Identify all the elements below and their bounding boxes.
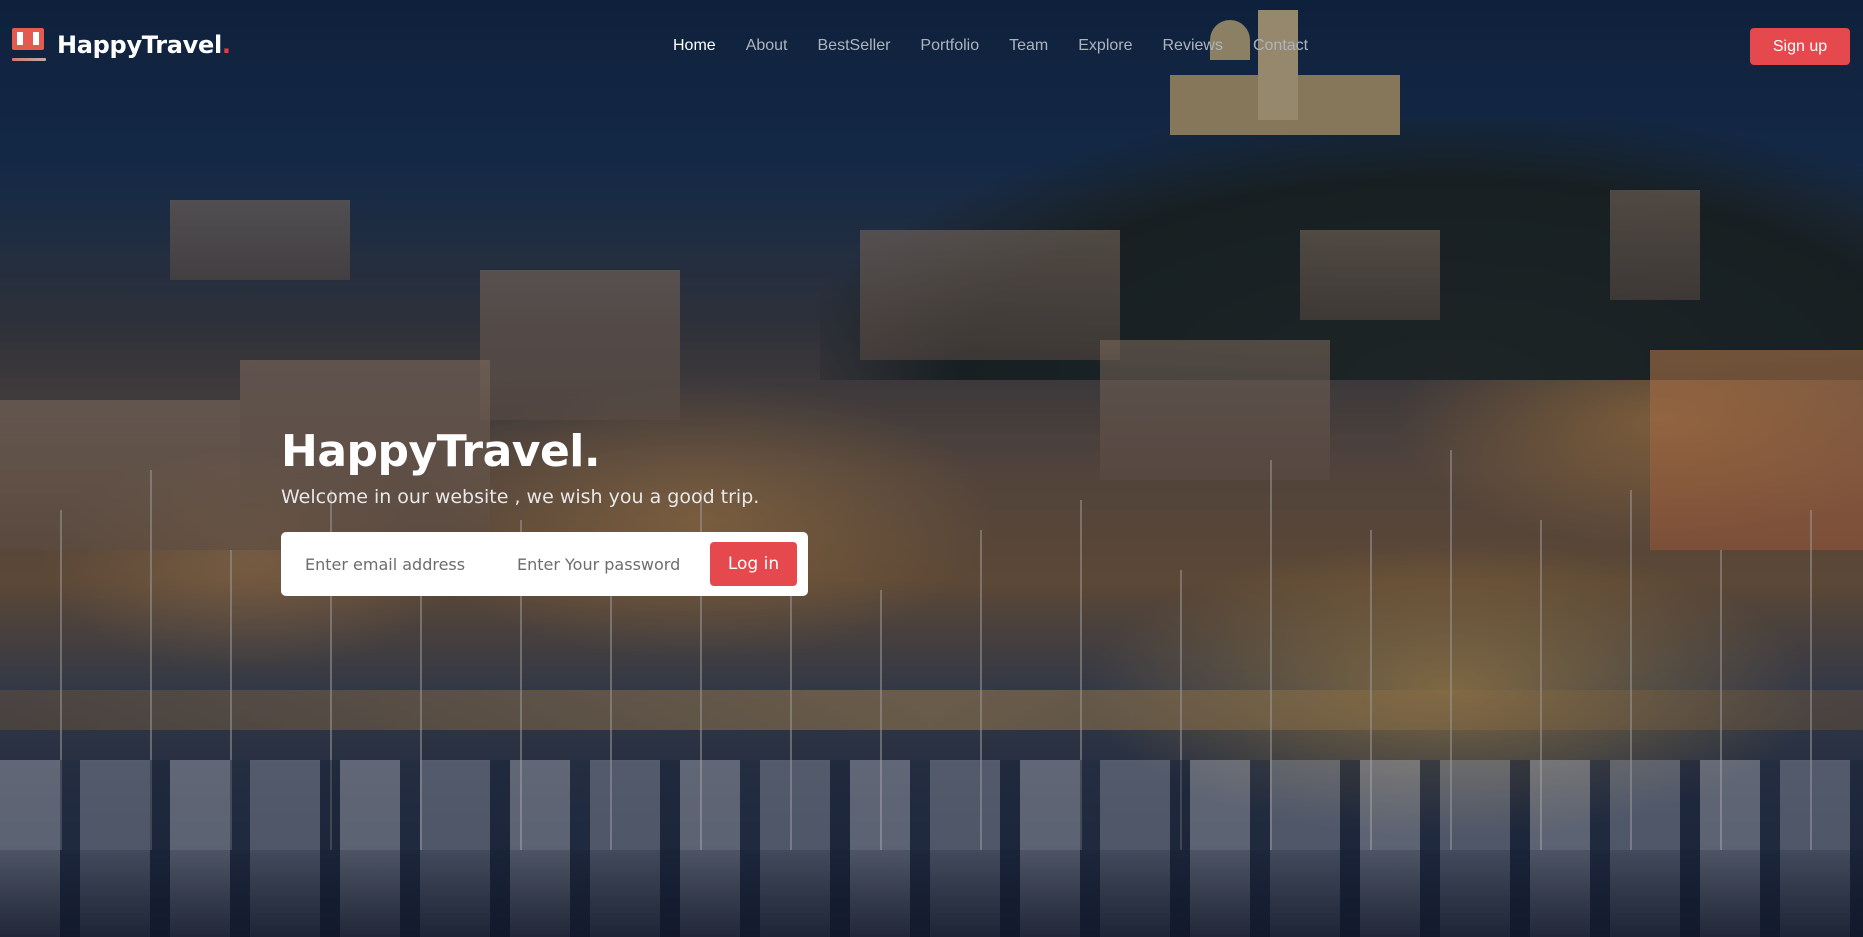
- main-nav: Home About BestSeller Portfolio Team Exp…: [673, 37, 1338, 55]
- login-form: Log in: [281, 532, 808, 596]
- hero-overlay: [0, 0, 1863, 937]
- hero-title: HappyTravel.: [281, 426, 601, 477]
- suitcase-logo-icon: [12, 28, 46, 61]
- page: HappyTravel. Home About BestSeller Portf…: [0, 0, 1863, 937]
- nav-link-portfolio[interactable]: Portfolio: [920, 37, 979, 55]
- nav-link-home[interactable]: Home: [673, 37, 716, 55]
- nav-link-explore[interactable]: Explore: [1078, 37, 1132, 55]
- navbar: HappyTravel. Home About BestSeller Portf…: [0, 0, 1863, 92]
- nav-link-team[interactable]: Team: [1009, 37, 1048, 55]
- hero-content: HappyTravel. Welcome in our website , we…: [281, 426, 759, 510]
- login-button[interactable]: Log in: [710, 542, 797, 586]
- nav-link-reviews[interactable]: Reviews: [1163, 37, 1223, 55]
- brand-link[interactable]: HappyTravel.: [12, 28, 231, 61]
- password-input[interactable]: [515, 543, 699, 585]
- nav-link-contact[interactable]: Contact: [1253, 37, 1308, 55]
- nav-link-bestseller[interactable]: BestSeller: [818, 37, 891, 55]
- brand-dot: .: [221, 30, 231, 59]
- signup-button[interactable]: Sign up: [1750, 28, 1850, 65]
- brand-name: HappyTravel.: [57, 30, 231, 59]
- email-input[interactable]: [303, 543, 497, 585]
- nav-link-about[interactable]: About: [746, 37, 788, 55]
- hero-subtitle: Welcome in our website , we wish you a g…: [281, 486, 760, 508]
